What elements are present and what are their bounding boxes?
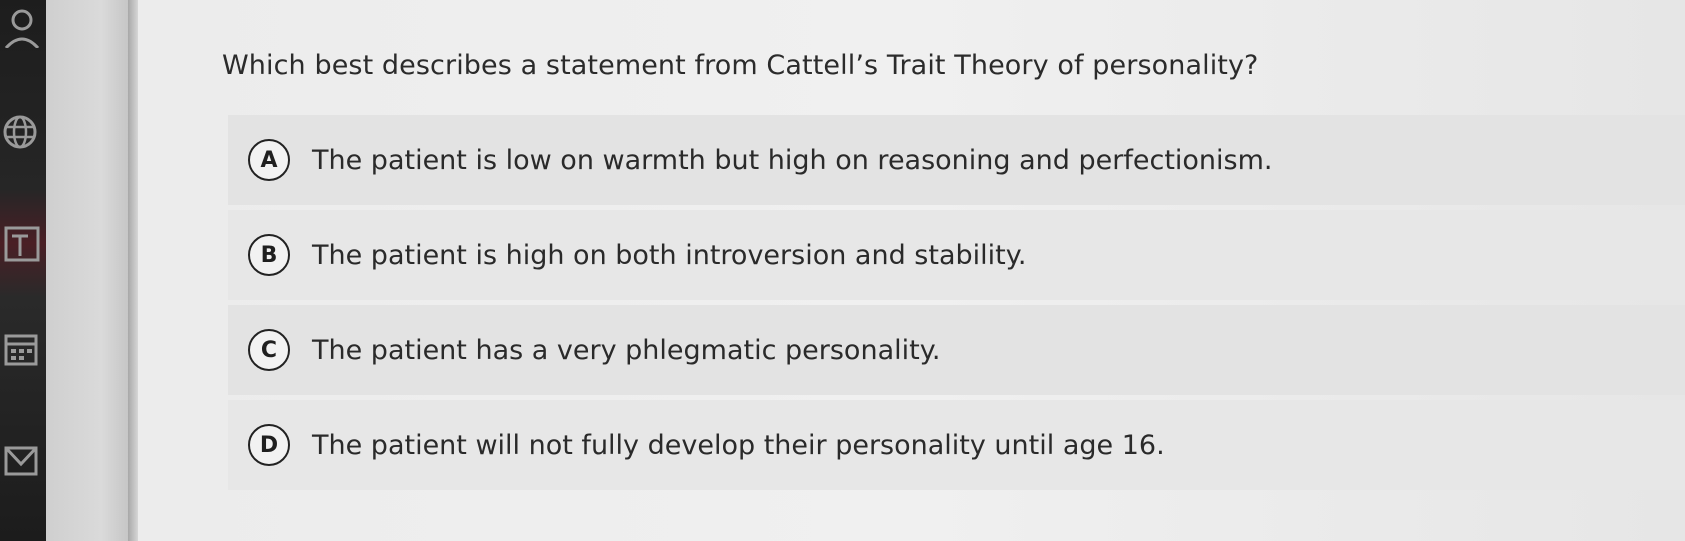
option-letter-badge: D [248, 424, 290, 466]
option-d[interactable]: D The patient will not fully develop the… [228, 400, 1685, 490]
user-icon[interactable] [2, 8, 42, 50]
option-label: The patient is low on warmth but high on… [312, 144, 1273, 176]
text-icon[interactable] [2, 224, 42, 264]
option-letter-badge: A [248, 139, 290, 181]
option-label: The patient will not fully develop their… [312, 429, 1165, 461]
globe-icon[interactable] [2, 112, 42, 152]
option-label: The patient has a very phlegmatic person… [312, 334, 941, 366]
option-letter-badge: B [248, 234, 290, 276]
option-a[interactable]: A The patient is low on warmth but high … [228, 115, 1685, 205]
page-edge [128, 0, 138, 541]
calendar-icon[interactable] [2, 328, 42, 368]
option-label: The patient is high on both introversion… [312, 239, 1027, 271]
option-letter-badge: C [248, 329, 290, 371]
mail-icon[interactable] [2, 440, 42, 480]
option-c[interactable]: C The patient has a very phlegmatic pers… [228, 305, 1685, 395]
option-b[interactable]: B The patient is high on both introversi… [228, 210, 1685, 300]
page-gutter [46, 0, 138, 541]
question-text: Which best describes a statement from Ca… [222, 50, 1259, 81]
app-sidebar [0, 0, 46, 541]
